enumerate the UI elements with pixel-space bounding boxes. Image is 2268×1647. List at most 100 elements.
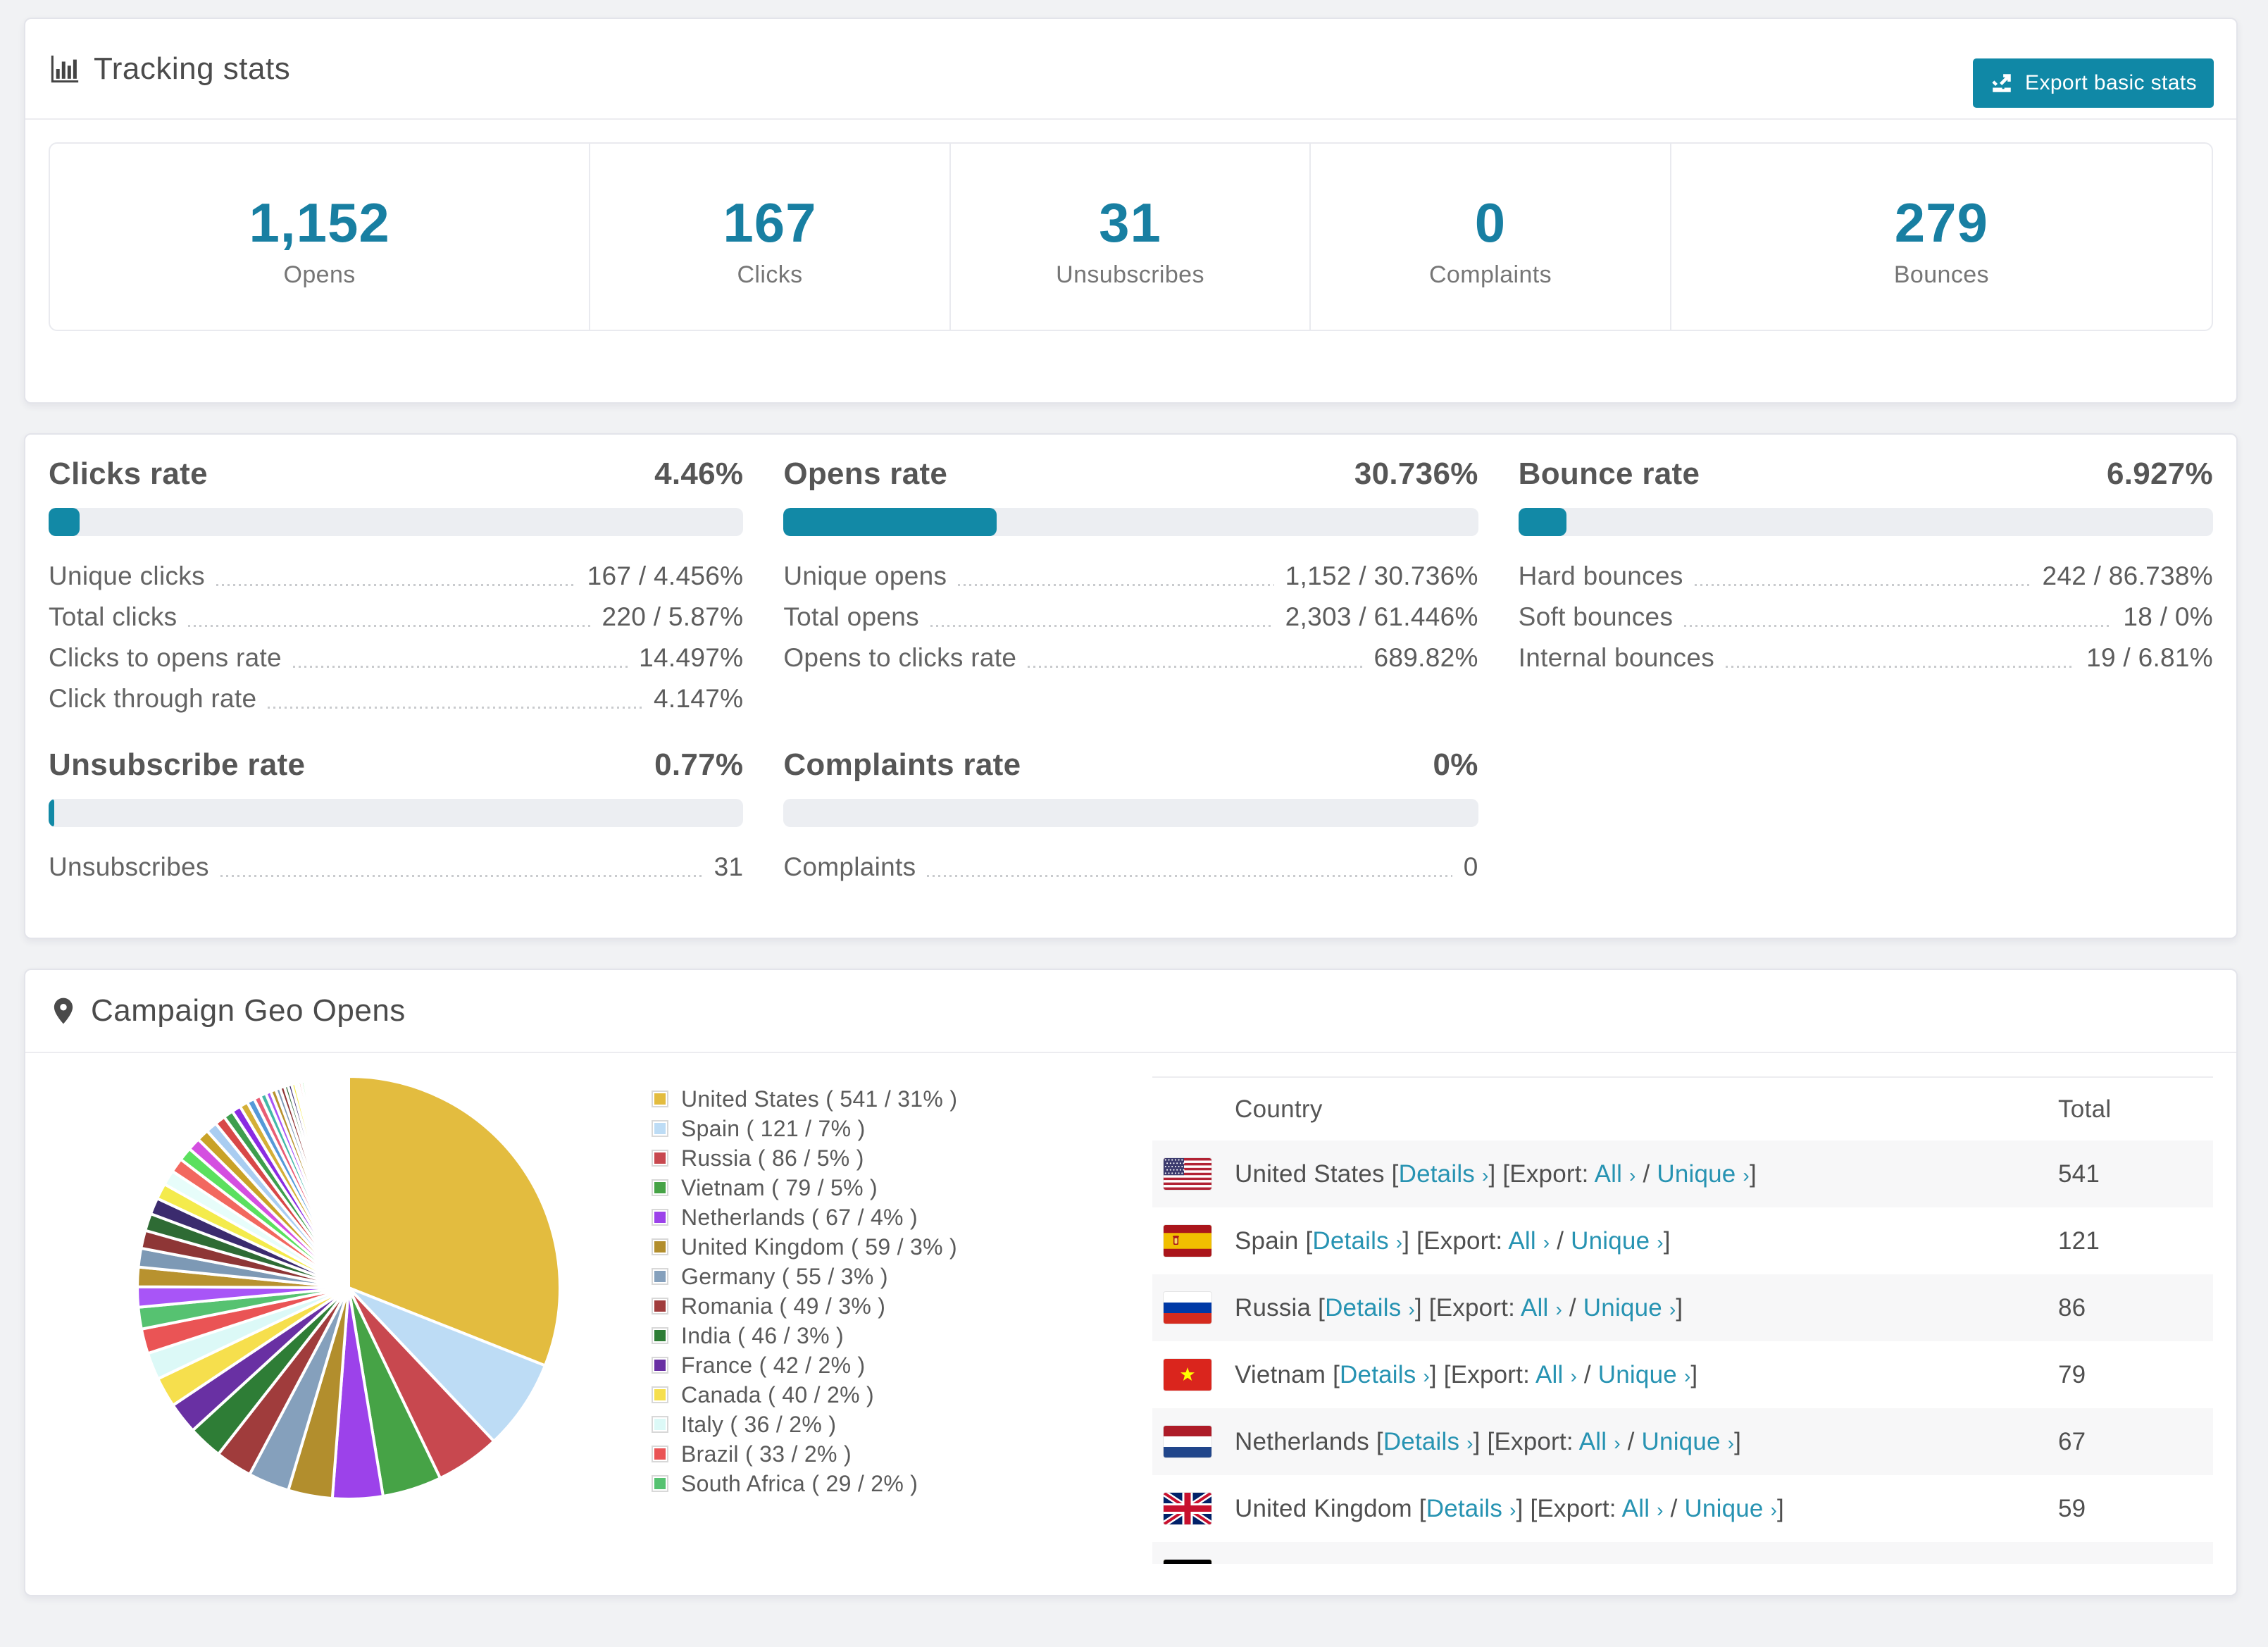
rate-progress-fill <box>49 799 54 827</box>
rate-row-value: 18 / 0% <box>2123 602 2213 631</box>
legend-label: South Africa ( 29 / 2% ) <box>681 1470 918 1496</box>
details-link[interactable]: Details › <box>1399 1160 1489 1188</box>
rate-row-label: Click through rate <box>49 684 257 713</box>
export-label: Export: <box>1494 1427 1574 1455</box>
details-link[interactable]: Details › <box>1325 1294 1415 1322</box>
stat-label: Clicks <box>737 261 803 288</box>
export-label: Export: <box>1450 1360 1530 1388</box>
chevron-right-icon: › <box>1395 1231 1403 1253</box>
pie-slice <box>346 1074 350 1288</box>
details-link[interactable]: Details › <box>1312 1227 1402 1255</box>
export-all-link-label: All <box>1621 1494 1650 1522</box>
rate-percent: 0% <box>1433 747 1478 782</box>
slash: / <box>1557 1226 1564 1255</box>
export-all-link[interactable]: All › <box>1547 1562 1588 1565</box>
rate-row-value: 19 / 6.81% <box>2086 643 2213 672</box>
rate-row-label: Soft bounces <box>1518 602 1674 631</box>
country-flag <box>1164 1158 1211 1190</box>
export-all-link[interactable]: All › <box>1508 1227 1550 1255</box>
export-all-link[interactable]: All › <box>1622 1495 1664 1522</box>
chevron-right-icon: › <box>1629 1164 1636 1186</box>
rates-wrap: Clicks rate 4.46% Unique clicks 167 / 4.… <box>25 435 2236 938</box>
country-flag <box>1164 1225 1211 1257</box>
export-unique-link[interactable]: Unique › <box>1598 1361 1691 1388</box>
details-link[interactable]: Details › <box>1340 1361 1430 1388</box>
rate-row-value: 2,303 / 61.446% <box>1285 602 1478 631</box>
rate-row-value: 0 <box>1463 852 1478 881</box>
export-unique-link[interactable]: Unique › <box>1657 1160 1750 1188</box>
legend-label: Canada ( 40 / 2% ) <box>681 1381 874 1407</box>
export-unique-link[interactable]: Unique › <box>1583 1294 1676 1322</box>
rate-row-label: Unsubscribes <box>49 852 209 881</box>
rate-row-label: Total clicks <box>49 602 177 631</box>
bracket: [ <box>1333 1360 1340 1388</box>
rate-head: Opens rate 30.736% <box>783 458 1478 490</box>
legend-item: Germany ( 55 / 3% ) <box>652 1262 957 1291</box>
chevron-right-icon: › <box>1555 1298 1562 1320</box>
country-flag <box>1164 1426 1211 1458</box>
export-all-link[interactable]: All › <box>1595 1160 1636 1188</box>
rate-row-label: Total opens <box>783 602 919 631</box>
rate-row: Unique opens 1,152 / 30.736% <box>783 557 1478 598</box>
rate-row-label: Unique opens <box>783 561 947 590</box>
dotted-leader <box>268 707 643 709</box>
country-cell: United Kingdom [Details ›] [Export: All … <box>1235 1475 2058 1542</box>
export-unique-link-label: Unique <box>1684 1494 1764 1522</box>
bracket: ] <box>1516 1494 1524 1522</box>
export-unique-link-label: Unique <box>1657 1160 1736 1188</box>
dotted-leader <box>1694 584 2031 586</box>
chevron-right-icon: › <box>1727 1431 1735 1454</box>
legend-item: Vietnam ( 79 / 5% ) <box>652 1173 957 1202</box>
rate-row: Total clicks 220 / 5.87% <box>49 598 743 639</box>
geo-table-row: Germany [Details ›] [Export: All › / Uni… <box>1152 1542 2213 1564</box>
country-cell: Vietnam [Details ›] [Export: All › / Uni… <box>1235 1341 2058 1408</box>
rate-progress-fill <box>1518 508 1566 536</box>
slash: / <box>1569 1293 1576 1322</box>
export-unique-link[interactable]: Unique › <box>1684 1495 1777 1522</box>
country-flag <box>1164 1292 1211 1324</box>
country-flag <box>1164 1493 1211 1524</box>
stat-value: 1,152 <box>249 191 390 254</box>
rate-title: Unsubscribe rate <box>49 747 306 782</box>
slash: / <box>1627 1427 1635 1455</box>
rate-progress-track <box>783 799 1478 827</box>
geo-table-area: Country Total United States [Details ›] … <box>1152 1053 2213 1595</box>
rate-row-label: Hard bounces <box>1518 561 1683 590</box>
legend-label: France ( 42 / 2% ) <box>681 1352 866 1378</box>
bracket: [ <box>1428 1293 1436 1322</box>
legend-item: South Africa ( 29 / 2% ) <box>652 1469 957 1498</box>
rate-progress-fill <box>49 508 80 536</box>
legend-item: Russia ( 86 / 5% ) <box>652 1143 957 1173</box>
stat-cell: 167 Clicks <box>590 144 951 330</box>
country-flag <box>1164 1560 1211 1564</box>
export-all-link[interactable]: All › <box>1535 1361 1577 1388</box>
export-unique-link[interactable]: Unique › <box>1609 1562 1702 1565</box>
stat-cell: 279 Bounces <box>1671 144 2212 330</box>
geo-table-row: Russia [Details ›] [Export: All › / Uniq… <box>1152 1274 2213 1341</box>
country-cell: Germany [Details ›] [Export: All › / Uni… <box>1235 1542 2058 1565</box>
legend-swatch <box>652 1090 668 1107</box>
details-link[interactable]: Details › <box>1383 1428 1473 1455</box>
rate-block: Unsubscribe rate 0.77% Unsubscribes 31 <box>49 747 744 889</box>
export-all-link[interactable]: All › <box>1579 1428 1621 1455</box>
export-all-link[interactable]: All › <box>1521 1294 1562 1322</box>
legend-swatch <box>652 1238 668 1255</box>
geo-table-scroll[interactable]: Country Total United States [Details ›] … <box>1152 1076 2213 1564</box>
export-unique-link[interactable]: Unique › <box>1642 1428 1735 1455</box>
legend-swatch <box>652 1150 668 1167</box>
country-cell: Russia [Details ›] [Export: All › / Uniq… <box>1235 1274 2058 1341</box>
chevron-right-icon: › <box>1509 1498 1516 1521</box>
export-button-label: Export basic stats <box>2025 71 2197 94</box>
export-basic-stats-button[interactable]: Export basic stats <box>1973 58 2214 108</box>
country-name: United States <box>1235 1160 1385 1188</box>
stat-value: 0 <box>1474 191 1507 254</box>
total-cell: 541 <box>2058 1160 2100 1188</box>
rate-row-value: 689.82% <box>1373 643 1478 672</box>
rate-head: Bounce rate 6.927% <box>1519 458 2213 490</box>
rate-row: Unique clicks 167 / 4.456% <box>49 557 743 598</box>
details-link[interactable]: Details › <box>1351 1562 1441 1565</box>
export-unique-link[interactable]: Unique › <box>1571 1227 1664 1255</box>
legend-item: Spain ( 121 / 7% ) <box>652 1114 957 1143</box>
details-link[interactable]: Details › <box>1426 1495 1516 1522</box>
country-name: Germany <box>1235 1562 1337 1565</box>
